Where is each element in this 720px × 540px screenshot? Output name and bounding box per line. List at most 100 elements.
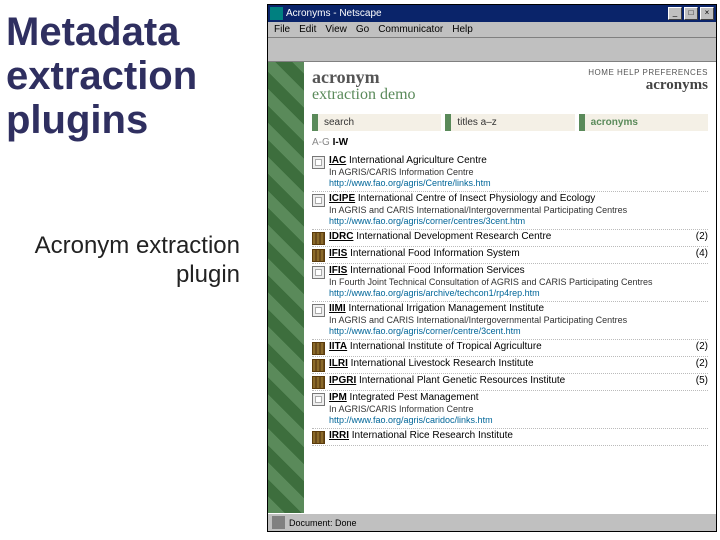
result-count: (2) xyxy=(692,341,708,352)
result-count: (2) xyxy=(692,358,708,369)
result-item[interactable]: IIMI International Irrigation Management… xyxy=(312,302,708,340)
result-name: International Food Information System xyxy=(347,248,519,259)
result-name: International Irrigation Management Inst… xyxy=(346,303,544,314)
result-name: International Institute of Tropical Agri… xyxy=(347,341,542,352)
acronym-link[interactable]: ILRI xyxy=(329,358,348,369)
result-item[interactable]: IITA International Institute of Tropical… xyxy=(312,340,708,357)
result-item[interactable]: IDRC International Development Research … xyxy=(312,230,708,247)
result-context: In AGRIS/CARIS Information Centre xyxy=(329,167,704,178)
acronym-link[interactable]: IPGRI xyxy=(329,375,356,386)
page-content: acronym extraction demo HOME HELP PREFER… xyxy=(268,62,716,513)
acronym-link[interactable]: IITA xyxy=(329,341,347,352)
document-icon xyxy=(312,304,325,317)
result-context: In AGRIS and CARIS International/Intergo… xyxy=(329,205,704,216)
bookshelf-icon xyxy=(312,342,325,355)
result-name: International Agriculture Centre xyxy=(346,155,487,166)
result-entry: IDRC International Development Research … xyxy=(329,231,692,244)
result-item[interactable]: IRRI International Rice Research Institu… xyxy=(312,429,708,446)
status-text: Document: Done xyxy=(289,518,712,528)
bookshelf-icon xyxy=(312,249,325,262)
result-name: International Food Information Services xyxy=(347,265,524,276)
menu-communicator[interactable]: Communicator xyxy=(378,24,443,35)
result-count: (4) xyxy=(692,248,708,259)
results-list: IAC International Agriculture CentreIn A… xyxy=(312,154,708,446)
minimize-button[interactable]: _ xyxy=(668,7,682,20)
alpha-range-dim[interactable]: A-G xyxy=(312,137,330,148)
bookshelf-icon xyxy=(312,431,325,444)
menu-go[interactable]: Go xyxy=(356,24,369,35)
document-icon xyxy=(312,194,325,207)
menu-file[interactable]: File xyxy=(274,24,290,35)
result-entry: ICIPE International Centre of Insect Phy… xyxy=(329,193,704,228)
menu-edit[interactable]: Edit xyxy=(299,24,316,35)
alpha-filter: A-G I-W xyxy=(312,137,708,148)
nav-search[interactable]: search xyxy=(312,114,441,131)
window-title: Acronyms - Netscape xyxy=(286,8,668,19)
result-item[interactable]: IPM Integrated Pest ManagementIn AGRIS/C… xyxy=(312,391,708,429)
acronym-link[interactable]: ICIPE xyxy=(329,193,355,204)
acronym-link[interactable]: IFIS xyxy=(329,248,347,259)
result-context: In AGRIS/CARIS Information Centre xyxy=(329,404,704,415)
result-url[interactable]: http://www.fao.org/agris/Centre/links.ht… xyxy=(329,178,704,189)
result-item[interactable]: IFIS International Food Information Serv… xyxy=(312,264,708,302)
rope-decoration xyxy=(268,62,304,513)
page-header: acronym extraction demo HOME HELP PREFER… xyxy=(312,68,708,104)
slide-subtitle: Acronym extraction plugin xyxy=(6,232,260,290)
netscape-window: Acronyms - Netscape _ □ × File Edit View… xyxy=(267,4,717,532)
result-entry: IITA International Institute of Tropical… xyxy=(329,341,692,354)
brand-line-1: acronym xyxy=(312,68,588,86)
status-icon xyxy=(272,516,285,529)
bookshelf-icon xyxy=(312,376,325,389)
nav-acronyms[interactable]: acronyms xyxy=(579,114,708,131)
result-url[interactable]: http://www.fao.org/agris/corner/centres/… xyxy=(329,216,704,227)
maximize-button[interactable]: □ xyxy=(684,7,698,20)
result-name: International Livestock Research Institu… xyxy=(348,358,534,369)
browser-toolbar xyxy=(268,38,716,62)
header-links[interactable]: HOME HELP PREFERENCES xyxy=(588,68,708,77)
window-titlebar: Acronyms - Netscape _ □ × xyxy=(268,5,716,22)
menu-view[interactable]: View xyxy=(325,24,347,35)
result-name: International Rice Research Institute xyxy=(349,430,513,441)
result-item[interactable]: IPGRI International Plant Genetic Resour… xyxy=(312,374,708,391)
brand-line-2: extraction demo xyxy=(312,86,588,104)
result-item[interactable]: ICIPE International Centre of Insect Phy… xyxy=(312,192,708,230)
result-count: (2) xyxy=(692,231,708,242)
result-context: In AGRIS and CARIS International/Intergo… xyxy=(329,315,704,326)
app-icon xyxy=(270,7,283,20)
result-entry: IPGRI International Plant Genetic Resour… xyxy=(329,375,692,388)
result-url[interactable]: http://www.fao.org/agris/caridoc/links.h… xyxy=(329,415,704,426)
slide-left-panel: Metadata extraction plugins Acronym extr… xyxy=(0,0,260,540)
document-icon xyxy=(312,156,325,169)
result-entry: IRRI International Rice Research Institu… xyxy=(329,430,704,443)
result-name: International Plant Genetic Resources In… xyxy=(356,375,565,386)
result-url[interactable]: http://www.fao.org/agris/archive/techcon… xyxy=(329,288,704,299)
result-item[interactable]: IFIS International Food Information Syst… xyxy=(312,247,708,264)
alpha-range-active[interactable]: I-W xyxy=(333,137,349,148)
result-entry: IFIS International Food Information Syst… xyxy=(329,248,692,261)
nav-row: search titles a–z acronyms xyxy=(312,114,708,131)
bookshelf-icon xyxy=(312,359,325,372)
result-entry: IAC International Agriculture CentreIn A… xyxy=(329,155,704,190)
result-count: (5) xyxy=(692,375,708,386)
result-url[interactable]: http://www.fao.org/agris/corner/centre/3… xyxy=(329,326,704,337)
menu-help[interactable]: Help xyxy=(452,24,473,35)
result-item[interactable]: ILRI International Livestock Research In… xyxy=(312,357,708,374)
acronym-link[interactable]: IDRC xyxy=(329,231,353,242)
acronym-link[interactable]: IFIS xyxy=(329,265,347,276)
result-item[interactable]: IAC International Agriculture CentreIn A… xyxy=(312,154,708,192)
acronym-link[interactable]: IAC xyxy=(329,155,346,166)
acronym-link[interactable]: IRRI xyxy=(329,430,349,441)
slide-title: Metadata extraction plugins xyxy=(6,10,260,142)
acronym-link[interactable]: IPM xyxy=(329,392,347,403)
result-entry: IPM Integrated Pest ManagementIn AGRIS/C… xyxy=(329,392,704,427)
result-context: In Fourth Joint Technical Consultation o… xyxy=(329,277,704,288)
page-title: acronyms xyxy=(588,77,708,94)
acronym-link[interactable]: IIMI xyxy=(329,303,346,314)
close-button[interactable]: × xyxy=(700,7,714,20)
status-bar: Document: Done xyxy=(268,513,716,531)
nav-titles[interactable]: titles a–z xyxy=(445,114,574,131)
result-entry: ILRI International Livestock Research In… xyxy=(329,358,692,371)
result-name: International Centre of Insect Physiolog… xyxy=(355,193,595,204)
menu-bar: File Edit View Go Communicator Help xyxy=(268,22,716,38)
bookshelf-icon xyxy=(312,232,325,245)
